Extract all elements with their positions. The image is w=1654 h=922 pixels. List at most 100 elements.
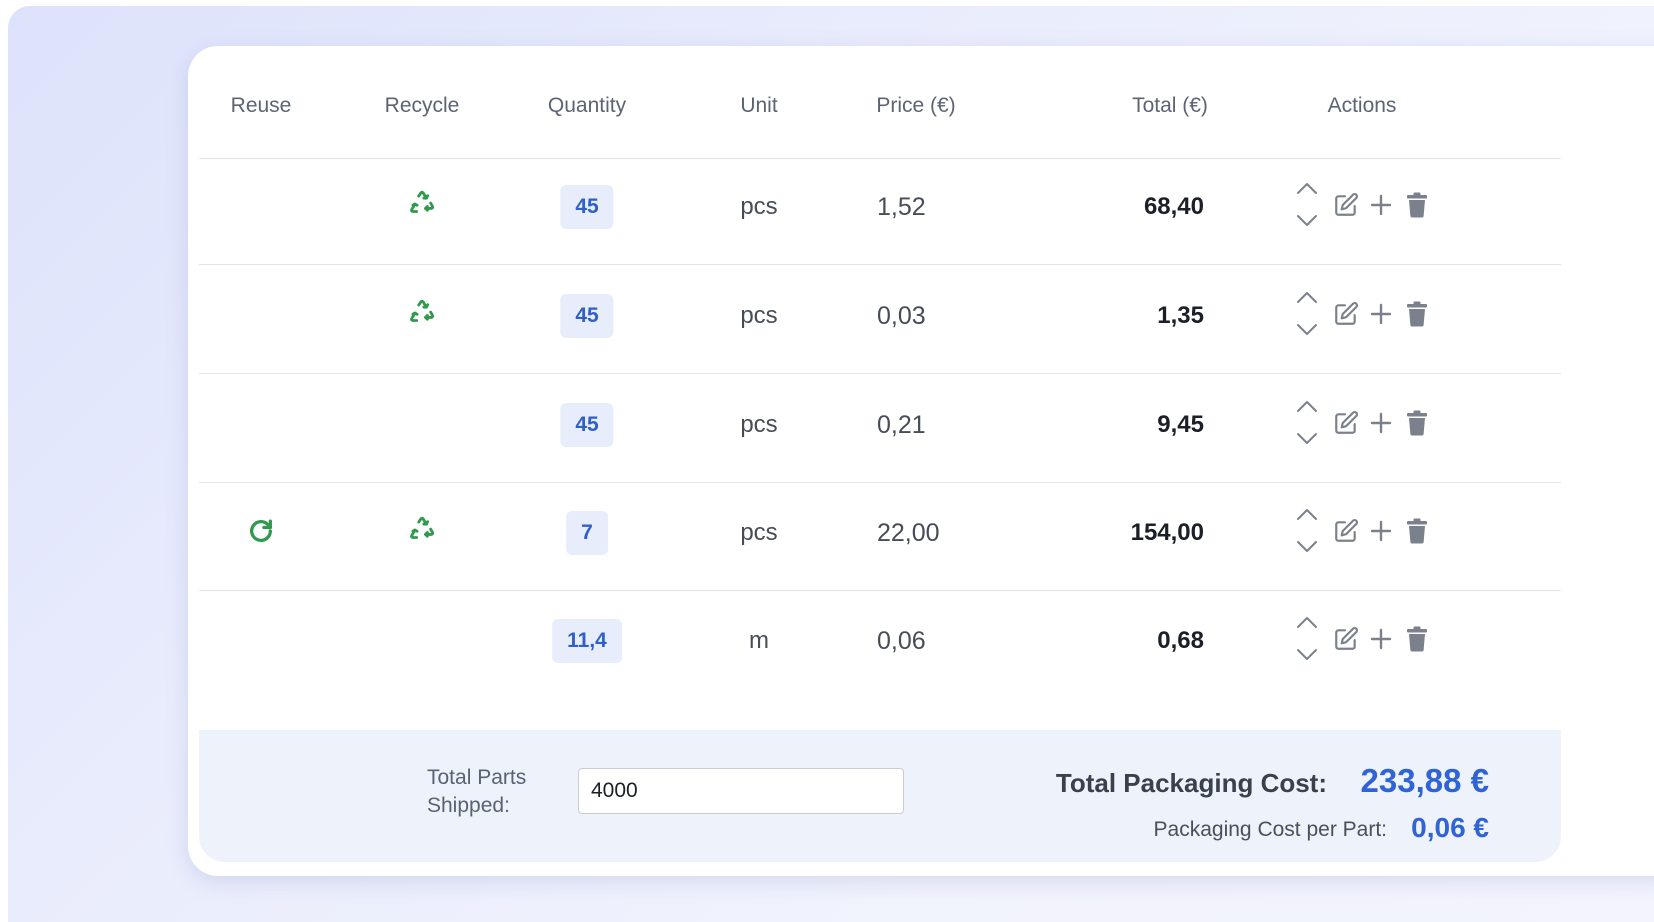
chevron-down-icon[interactable] [1295,432,1319,451]
price-value: 22,00 [877,518,940,547]
quantity-cell: 7 [566,476,608,590]
chevron-down-icon[interactable] [1295,323,1319,342]
table-row: 11,4 m 0,06 0,68 [199,584,1561,698]
unit-value: pcs [740,411,778,438]
trash-icon[interactable] [1405,301,1429,332]
chevron-up-icon[interactable] [1295,181,1319,200]
column-header-reuse: Reuse [230,94,292,117]
price-cell: 0,21 [877,368,926,482]
reorder-controls [1295,615,1319,667]
actions-cell [1295,259,1429,373]
column-header-total: Total (€) [1132,94,1208,117]
unit-value: pcs [740,519,778,546]
price-cell: 0,03 [877,259,926,373]
quantity-badge[interactable]: 45 [560,294,614,338]
unit-cell: m [749,584,769,698]
total-value: 1,35 [1157,302,1204,329]
quantity-cell: 45 [560,150,614,264]
quantity-badge[interactable]: 7 [566,511,608,555]
edit-icon[interactable] [1333,518,1359,549]
unit-value: pcs [740,193,778,220]
total-cell: 0,68 [1157,584,1204,698]
reorder-controls [1295,399,1319,451]
recycle-icon [408,190,436,224]
chevron-up-icon[interactable] [1295,399,1319,418]
total-cell: 1,35 [1157,259,1204,373]
column-header-recycle: Recycle [384,94,460,117]
actions-cell [1295,150,1429,264]
reorder-controls [1295,507,1319,559]
price-cell: 0,06 [877,584,926,698]
edit-icon[interactable] [1333,410,1359,441]
unit-cell: pcs [740,150,777,264]
quantity-badge[interactable]: 45 [560,403,614,447]
column-header-unit: Unit [740,94,778,117]
chevron-up-icon[interactable] [1295,290,1319,309]
price-value: 0,21 [877,410,926,439]
price-value: 0,03 [877,301,926,330]
trash-icon[interactable] [1405,410,1429,441]
cost-per-part-value: 0,06 € [1411,812,1489,843]
total-value: 0,68 [1157,627,1204,654]
total-cell: 154,00 [1131,476,1204,590]
actions-cell [1295,476,1429,590]
unit-cell: pcs [740,368,777,482]
price-value: 1,52 [877,192,926,221]
unit-cell: pcs [740,476,777,590]
edit-icon[interactable] [1333,301,1359,332]
chevron-up-icon[interactable] [1295,615,1319,634]
table-footer: Total Parts Shipped: Total Packaging Cos… [199,730,1561,862]
total-parts-input[interactable] [578,768,904,814]
chevron-down-icon[interactable] [1295,648,1319,667]
table-row: 45 pcs 0,03 1,35 [199,259,1561,374]
chevron-up-icon[interactable] [1295,507,1319,526]
total-packaging-cost-label: Total Packaging Cost: [1055,768,1327,798]
reorder-controls [1295,290,1319,342]
total-cell: 9,45 [1157,368,1204,482]
actions-cell [1295,584,1429,698]
total-value: 154,00 [1130,519,1204,546]
plus-icon[interactable] [1369,519,1393,548]
price-cell: 1,52 [877,150,926,264]
trash-icon[interactable] [1405,626,1429,657]
table-row: 7 pcs 22,00 154,00 [199,476,1561,591]
plus-icon[interactable] [1369,193,1393,222]
column-header-quantity: Quantity [547,94,627,117]
plus-icon[interactable] [1369,302,1393,331]
edit-icon[interactable] [1333,626,1359,657]
unit-cell: pcs [740,259,777,373]
total-packaging-cost-value: 233,88 € [1360,762,1489,799]
plus-icon[interactable] [1369,627,1393,656]
recycle-icon [408,299,436,333]
chevron-down-icon[interactable] [1295,214,1319,233]
quantity-cell: 45 [560,368,614,482]
refresh-icon [247,517,275,550]
edit-icon[interactable] [1333,192,1359,223]
plus-icon[interactable] [1369,411,1393,440]
column-header-actions: Actions [1327,94,1397,117]
recycle-cell [408,476,436,590]
trash-icon[interactable] [1405,192,1429,223]
recycle-cell [408,150,436,264]
total-parts-label: Total Parts Shipped: [427,766,527,817]
recycle-icon [408,516,436,550]
quantity-cell: 45 [560,259,614,373]
trash-icon[interactable] [1405,518,1429,549]
quantity-badge[interactable]: 11,4 [552,619,622,663]
total-value: 68,40 [1143,193,1204,220]
total-cell: 68,40 [1144,150,1204,264]
table-row: 45 pcs 1,52 68,40 [199,150,1561,265]
recycle-cell [408,259,436,373]
unit-value: pcs [740,302,778,329]
reorder-controls [1295,181,1319,233]
price-value: 0,06 [877,626,926,655]
cost-per-part-label: Packaging Cost per Part: [1153,818,1387,841]
column-header-price: Price (€) [876,94,956,117]
total-value: 9,45 [1157,411,1204,438]
actions-cell [1295,368,1429,482]
reuse-cell [247,476,275,590]
price-cell: 22,00 [877,476,940,590]
quantity-badge[interactable]: 45 [560,185,614,229]
quantity-cell: 11,4 [552,584,622,698]
chevron-down-icon[interactable] [1295,540,1319,559]
